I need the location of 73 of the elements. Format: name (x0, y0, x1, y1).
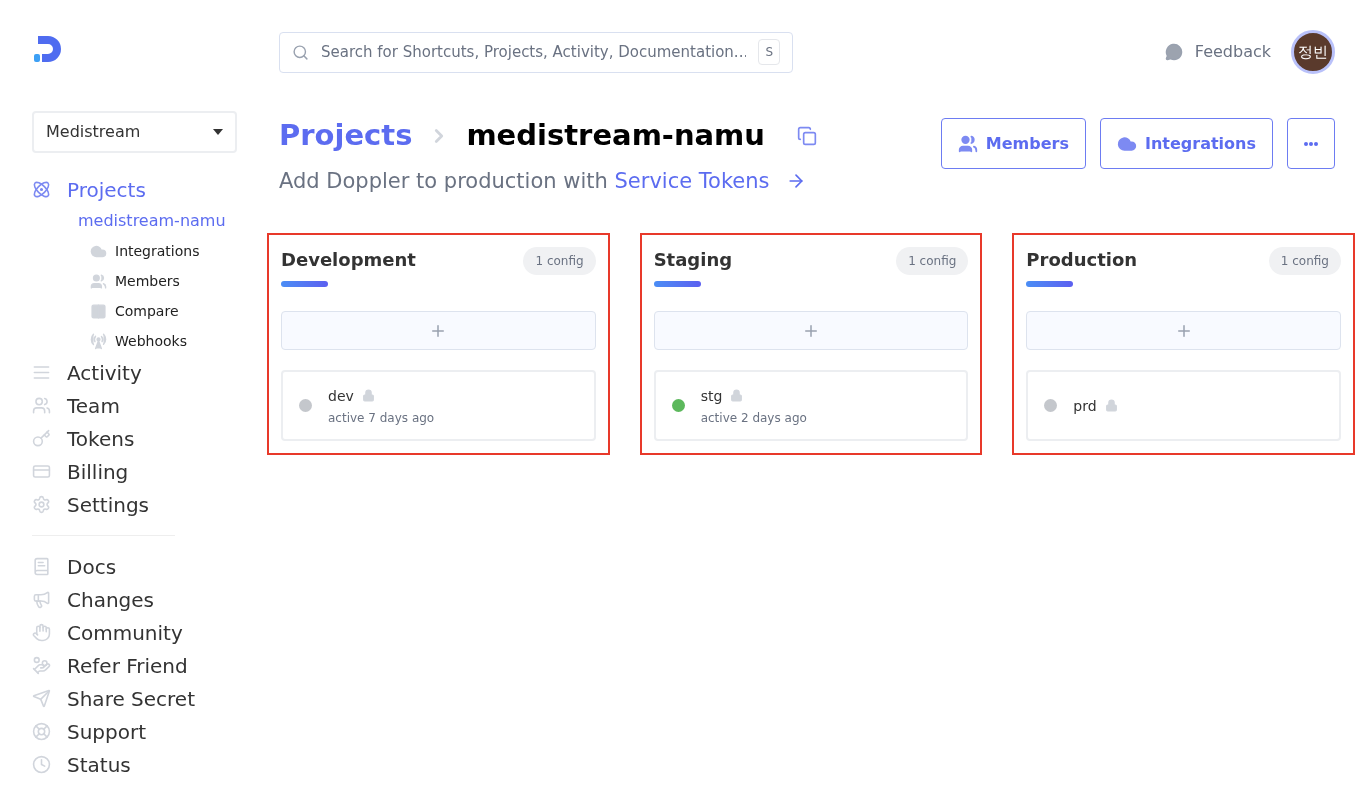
subitem-icon (90, 332, 107, 350)
shortcut-key: S (758, 39, 780, 65)
chat-icon (1164, 43, 1183, 61)
project-subitem[interactable]: Integrations (78, 236, 279, 266)
config-activity: active 7 days ago (328, 409, 435, 426)
workplace-dropdown[interactable]: Medistream (32, 111, 237, 153)
subtitle: Add Doppler to production with Service Tokens (279, 167, 770, 195)
environment-bar (1026, 281, 1074, 287)
add-config-button[interactable] (1026, 311, 1341, 350)
nav-icon (32, 722, 51, 741)
feedback-link[interactable]: Feedback (1164, 40, 1271, 64)
search-field[interactable]: Search for Shortcuts, Projects, Activity, Documentation... S (279, 31, 793, 73)
nav-item[interactable]: Support (32, 715, 279, 748)
add-config-button[interactable] (653, 311, 969, 350)
nav-item[interactable]: Tokens (32, 422, 279, 455)
environment-title: Development (281, 248, 416, 269)
nav-icon (32, 623, 51, 642)
config-card[interactable]: dev active 7 days ago (281, 370, 596, 441)
nav-icon (32, 656, 51, 675)
nav-item[interactable]: Activity (32, 356, 279, 389)
environment-bar (281, 281, 328, 287)
add-config-button[interactable] (281, 311, 596, 350)
breadcrumb-link[interactable]: Projects (279, 114, 413, 158)
nav-item[interactable]: Refer Friend (32, 649, 279, 682)
environment-title: Production (1026, 248, 1138, 269)
nav-icon (32, 557, 51, 576)
nav-item[interactable]: Settings (32, 488, 279, 521)
environment-bar (653, 281, 701, 287)
config-activity: active 2 days ago (700, 409, 807, 426)
nav-icon (32, 363, 51, 382)
nav-icon (32, 429, 51, 448)
nav-icon (32, 495, 51, 514)
nav-item[interactable]: Community (32, 616, 279, 649)
config-count: 1 config (523, 247, 596, 275)
nav-item[interactable]: Projects (32, 173, 279, 206)
more-button[interactable] (1287, 118, 1335, 169)
project-link[interactable]: medistream-namu (78, 206, 279, 236)
subitem-icon (90, 302, 107, 320)
nav-item[interactable]: Billing (32, 455, 279, 488)
nav-item[interactable]: Changes (32, 583, 279, 616)
caret-icon (213, 129, 223, 135)
nav-icon (32, 180, 51, 199)
nav-item[interactable]: Team (32, 389, 279, 422)
config-count: 1 config (1268, 247, 1341, 275)
nav-icon (32, 462, 51, 481)
more-icon (1304, 141, 1318, 146)
nav-icon (32, 689, 51, 708)
project-subitem[interactable]: Compare (78, 296, 279, 326)
project-subitem[interactable]: Members (78, 266, 279, 296)
config-name: prd (1073, 396, 1097, 416)
copy-icon[interactable] (797, 125, 817, 146)
service-tokens-link[interactable]: Service Tokens (614, 168, 770, 193)
subitem-icon (90, 272, 107, 290)
config-name: dev (328, 386, 354, 406)
nav-item[interactable]: Share Secret (32, 682, 279, 715)
config-card[interactable]: stg active 2 days ago (653, 370, 969, 441)
search-input[interactable]: Search for Shortcuts, Projects, Activity, Documentation... (321, 40, 747, 64)
config-count: 1 config (896, 247, 969, 275)
nav-icon (32, 396, 51, 415)
project-subitem[interactable]: Webhooks (78, 326, 279, 356)
button-icon (957, 133, 978, 154)
config-name: stg (700, 386, 723, 406)
nav-item[interactable]: Status (32, 748, 279, 781)
nav-item[interactable]: Docs (32, 550, 279, 583)
header-button[interactable]: Integrations (1099, 118, 1273, 169)
nav-icon (32, 590, 51, 609)
nav-icon (32, 755, 51, 774)
search-icon (292, 43, 309, 61)
config-card[interactable]: prd (1026, 370, 1341, 441)
header-button[interactable]: Members (940, 118, 1086, 169)
avatar[interactable]: 정빈 (1291, 30, 1335, 74)
environment-title: Staging (653, 248, 733, 269)
project-title: medistream-namu (466, 117, 765, 154)
